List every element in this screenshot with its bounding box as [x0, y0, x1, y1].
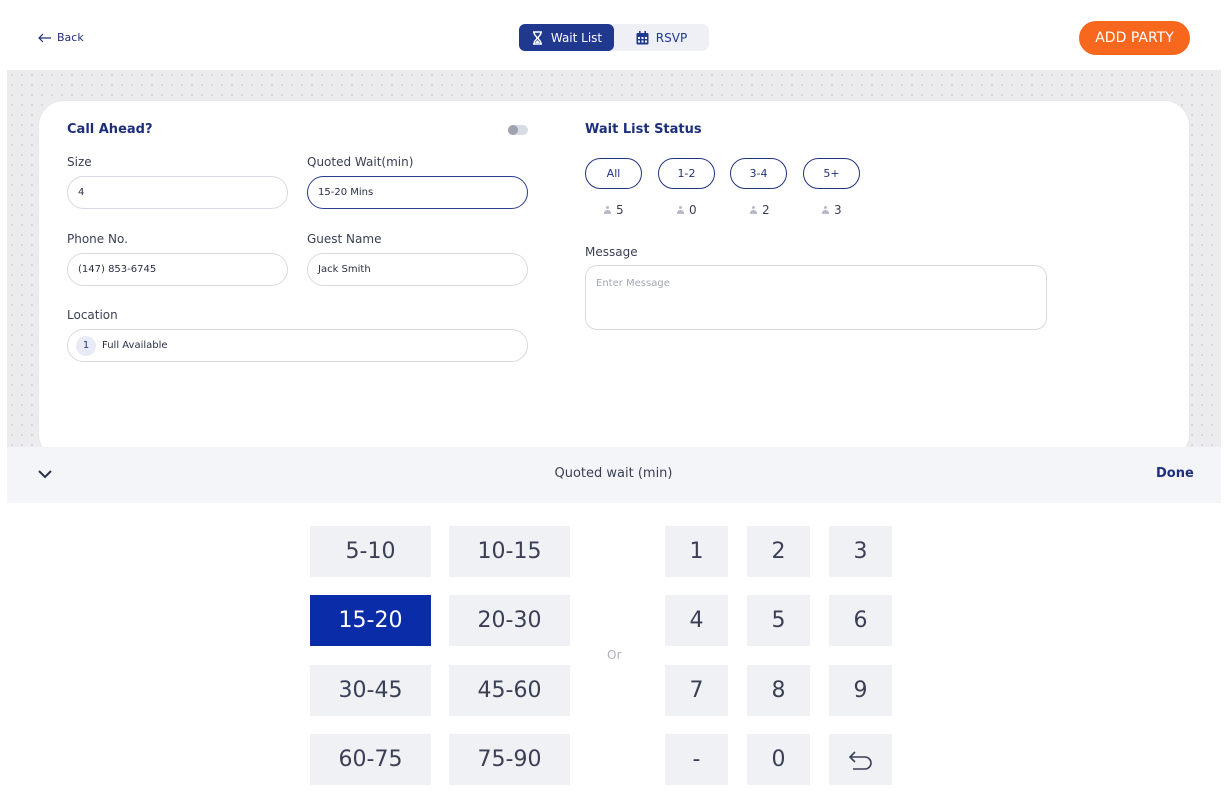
range-15-20[interactable]: 15-20: [310, 595, 431, 646]
numpad-key-dash[interactable]: -: [665, 734, 728, 785]
guest-name-label: Guest Name: [307, 232, 382, 246]
undo-arrow-icon: [848, 750, 872, 770]
tab-rsvp[interactable]: RSVP: [614, 24, 709, 51]
range-10-15[interactable]: 10-15: [449, 526, 570, 577]
location-value: Full Available: [102, 340, 168, 351]
filter-5-plus[interactable]: 5+: [803, 158, 860, 189]
person-icon: [677, 206, 684, 214]
numpad-key-0[interactable]: 0: [747, 734, 810, 785]
count-3-4-value: 2: [762, 203, 770, 217]
call-ahead-toggle[interactable]: [508, 125, 528, 135]
count-1-2: 0: [677, 203, 697, 217]
filter-1-2[interactable]: 1-2: [658, 158, 715, 189]
size-field[interactable]: 4: [67, 176, 288, 209]
range-5-10[interactable]: 5-10: [310, 526, 431, 577]
wait-list-status-title: Wait List Status: [585, 122, 702, 137]
count-3-4: 2: [750, 203, 770, 217]
quoted-wait-label: Quoted Wait(min): [307, 155, 414, 169]
backspace-key[interactable]: [829, 734, 892, 785]
range-30-45[interactable]: 30-45: [310, 665, 431, 716]
guest-name-field[interactable]: Jack Smith: [307, 253, 528, 286]
top-bar: Back Wait List RSVP ADD PARTY: [0, 0, 1227, 70]
tab-wait-list-label: Wait List: [550, 30, 603, 45]
done-button[interactable]: Done: [1156, 466, 1194, 481]
quoted-wait-field[interactable]: 15-20 Mins: [307, 176, 528, 209]
tab-rsvp-label: RSVP: [655, 30, 688, 45]
numpad-key-2[interactable]: 2: [747, 526, 810, 577]
range-60-75[interactable]: 60-75: [310, 734, 431, 785]
picker-title: Quoted wait (min): [554, 466, 673, 481]
location-badge: 1: [76, 335, 96, 356]
person-icon: [822, 206, 829, 214]
filter-3-4[interactable]: 3-4: [730, 158, 787, 189]
calendar-icon: [636, 30, 649, 44]
count-all: 5: [604, 203, 624, 217]
numpad-key-5[interactable]: 5: [747, 595, 810, 646]
arrow-left-icon: [38, 33, 51, 42]
view-switcher: Wait List RSVP: [519, 24, 709, 51]
numpad-key-7[interactable]: 7: [665, 665, 728, 716]
count-all-value: 5: [616, 203, 624, 217]
location-field[interactable]: 1 Full Available: [67, 329, 528, 362]
count-5-plus-value: 3: [834, 203, 842, 217]
tab-wait-list[interactable]: Wait List: [519, 24, 614, 51]
message-input[interactable]: Enter Message: [585, 265, 1047, 330]
numpad-key-1[interactable]: 1: [665, 526, 728, 577]
size-label: Size: [67, 155, 92, 169]
numpad-key-6[interactable]: 6: [829, 595, 892, 646]
numpad-key-9[interactable]: 9: [829, 665, 892, 716]
message-label: Message: [585, 245, 638, 259]
back-button[interactable]: Back: [38, 31, 84, 44]
location-label: Location: [67, 308, 118, 322]
numpad-key-8[interactable]: 8: [747, 665, 810, 716]
filter-all[interactable]: All: [585, 158, 642, 189]
numpad-key-4[interactable]: 4: [665, 595, 728, 646]
or-label: Or: [607, 648, 622, 662]
hourglass-icon: [532, 30, 542, 45]
range-75-90[interactable]: 75-90: [449, 734, 570, 785]
phone-label: Phone No.: [67, 232, 128, 246]
numpad-key-3[interactable]: 3: [829, 526, 892, 577]
back-label: Back: [57, 31, 84, 44]
add-party-button[interactable]: ADD PARTY: [1079, 21, 1190, 55]
person-icon: [750, 206, 757, 214]
toggle-knob: [508, 125, 518, 135]
count-1-2-value: 0: [689, 203, 697, 217]
range-45-60[interactable]: 45-60: [449, 665, 570, 716]
phone-field[interactable]: (147) 853-6745: [67, 253, 288, 286]
range-20-30[interactable]: 20-30: [449, 595, 570, 646]
call-ahead-label: Call Ahead?: [67, 122, 153, 137]
count-5-plus: 3: [822, 203, 842, 217]
person-icon: [604, 206, 611, 214]
